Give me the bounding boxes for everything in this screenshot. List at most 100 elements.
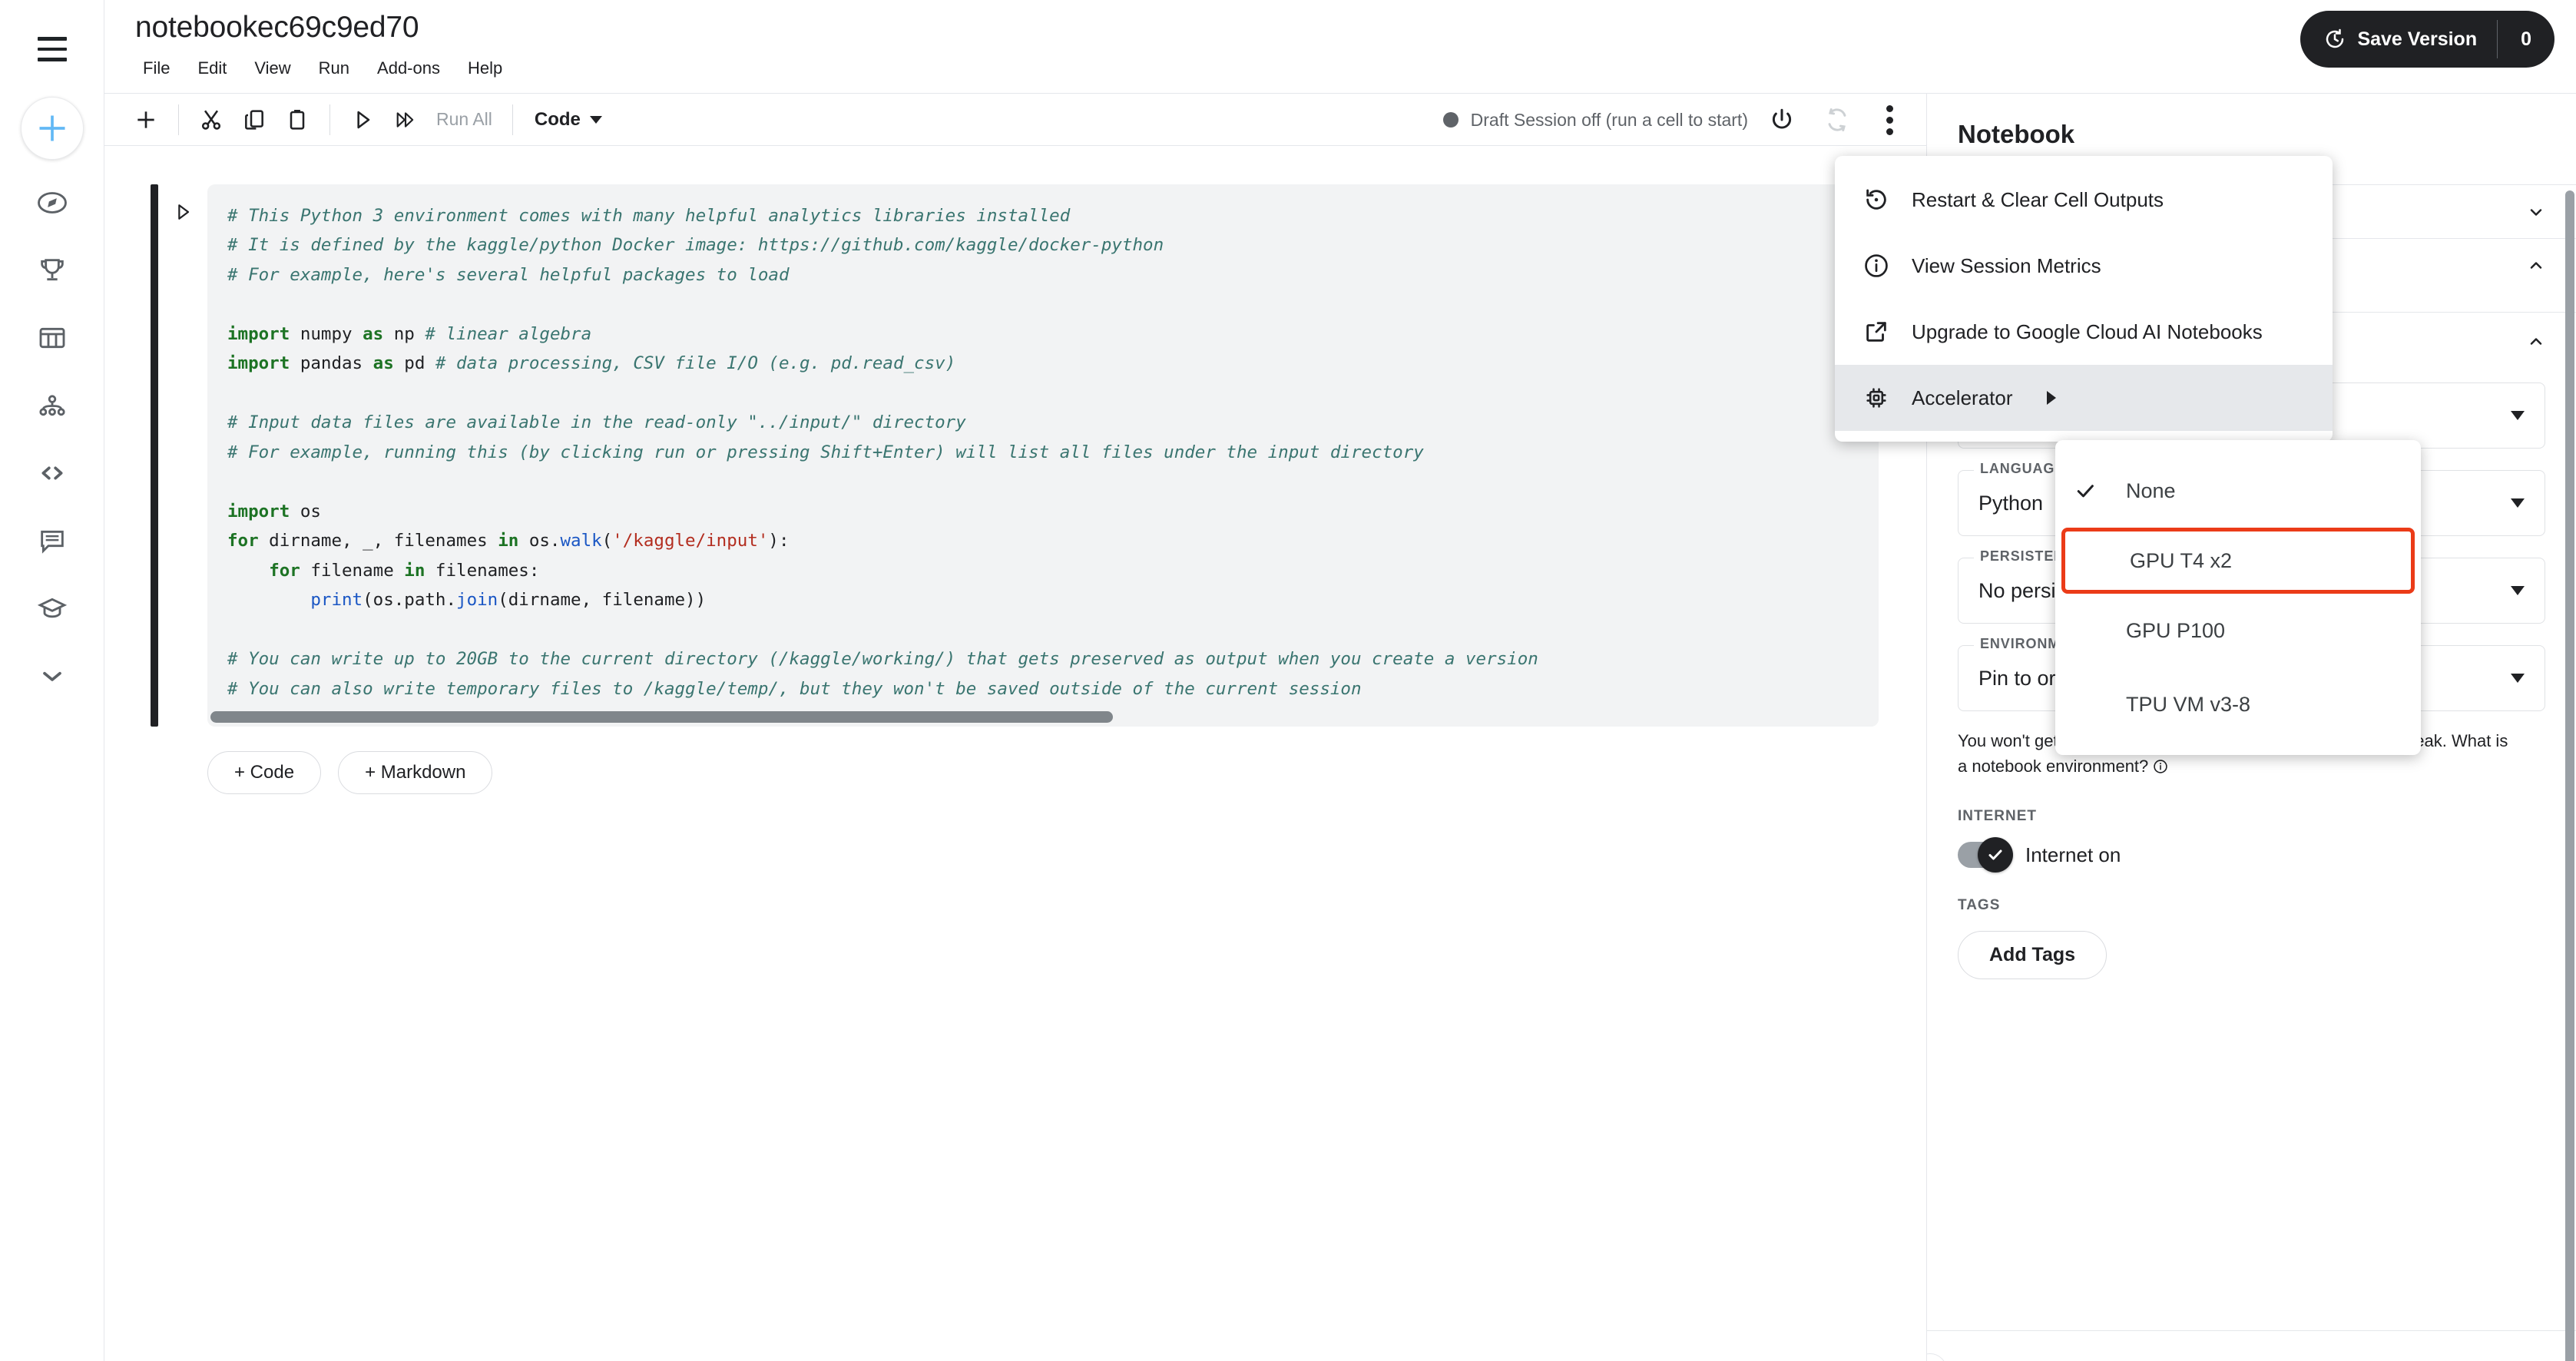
chevron-down-icon	[2511, 586, 2525, 595]
cell-run-button[interactable]	[158, 184, 207, 727]
chevron-down-icon	[2511, 674, 2525, 683]
save-version-count: 0	[2521, 28, 2531, 50]
info-icon[interactable]	[2153, 759, 2168, 774]
add-markdown-button[interactable]: + Markdown	[338, 750, 493, 794]
run-cell-button[interactable]	[341, 98, 384, 141]
internet-toggle[interactable]	[1958, 837, 2013, 873]
tags-section-label: TAGS	[1958, 897, 2001, 913]
dot	[1886, 127, 1893, 135]
menu-item-upgrade-google-cloud[interactable]: Upgrade to Google Cloud AI Notebooks	[1835, 299, 2333, 365]
dot	[1886, 116, 1893, 124]
menu-item-restart-clear-outputs[interactable]: Restart & Clear Cell Outputs	[1835, 167, 2333, 233]
run-all-label[interactable]: Run All	[427, 109, 502, 130]
sidebar-item-more[interactable]	[20, 644, 84, 708]
save-version-label: Save Version	[2357, 28, 2478, 50]
divider	[1927, 1330, 2576, 1331]
check-icon	[1988, 849, 2002, 860]
add-tags-button[interactable]: Add Tags	[1958, 931, 2107, 979]
cut-button[interactable]	[190, 98, 233, 141]
toggle-knob	[1978, 837, 2013, 873]
paste-button[interactable]	[276, 98, 319, 141]
accelerator-option-tpu-vm-v3-8[interactable]: TPU VM v3-8	[2055, 667, 2421, 741]
accelerator-option-gpu-t4-x2[interactable]: GPU T4 x2	[2061, 528, 2415, 594]
internet-toggle-label: Internet on	[2025, 843, 2121, 866]
clipboard-icon	[290, 109, 305, 130]
cell-type-select[interactable]: Code	[524, 109, 613, 131]
info-icon	[1862, 252, 1890, 280]
add-cell-button[interactable]	[124, 98, 167, 141]
cell-selected-bar	[151, 184, 158, 727]
menu-addons[interactable]: Add-ons	[363, 52, 454, 84]
sidebar-item-home-compass[interactable]	[20, 171, 84, 235]
code-content[interactable]: # This Python 3 environment comes with m…	[207, 201, 1879, 727]
trophy-icon	[40, 259, 64, 281]
hamburger-icon[interactable]	[28, 25, 77, 74]
divider	[178, 104, 179, 135]
chevron-down-icon	[2511, 411, 2525, 420]
menu-edit[interactable]: Edit	[184, 52, 240, 84]
copy-icon	[245, 109, 263, 130]
scrollbar-thumb[interactable]	[210, 710, 1113, 723]
session-status-text: Draft Session off (run a cell to start)	[1470, 109, 1748, 130]
accelerator-option-gpu-p100[interactable]: GPU P100	[2055, 594, 2421, 667]
chevron-down-icon	[2511, 498, 2525, 508]
run-all-button[interactable]	[384, 98, 427, 141]
chevron-up-icon	[2530, 261, 2542, 269]
code-horizontal-scrollbar[interactable]	[207, 706, 1879, 727]
chevron-down-icon	[2530, 208, 2542, 216]
play-all-icon	[396, 111, 414, 127]
menu-help[interactable]: Help	[454, 52, 516, 84]
add-code-button[interactable]: + Code	[207, 750, 322, 794]
plus-icon	[137, 111, 154, 128]
play-icon	[357, 111, 370, 128]
accelerator-option-label: TPU VM v3-8	[2126, 692, 2251, 716]
external-link-icon	[1862, 318, 1890, 346]
power-button[interactable]	[1760, 98, 1803, 141]
status-dot-icon	[1442, 112, 1459, 127]
sidebar-item-datasets[interactable]	[20, 306, 84, 370]
chevron-right-icon	[2046, 391, 2056, 405]
menu-view[interactable]: View	[240, 52, 304, 84]
sidebar-item-learn[interactable]	[20, 576, 84, 641]
menu-bar: File Edit View Run Add-ons Help	[135, 52, 516, 84]
create-button[interactable]	[20, 97, 84, 160]
accelerator-option-label: GPU T4 x2	[2130, 548, 2233, 572]
models-icon	[38, 395, 65, 416]
notebook-cell: # This Python 3 environment comes with m…	[151, 184, 1879, 794]
sidebar-item-code[interactable]	[20, 441, 84, 505]
sidebar-item-discussions[interactable]	[20, 508, 84, 573]
menu-item-label: Restart & Clear Cell Outputs	[1912, 187, 2164, 211]
sidebar-item-competitions[interactable]	[20, 238, 84, 303]
notebook-body: # This Python 3 environment comes with m…	[104, 146, 1926, 1361]
copy-button[interactable]	[233, 98, 276, 141]
panel-title: Notebook	[1958, 120, 2075, 148]
panel-scrollbar[interactable]	[2565, 190, 2574, 1361]
session-status: Draft Session off (run a cell to start)	[1442, 94, 1748, 146]
save-version-button[interactable]: Save Version 0	[2300, 11, 2554, 68]
collapse-panel-button[interactable]	[1927, 1353, 1947, 1361]
history-clock-icon	[2326, 28, 2344, 48]
code-icon	[41, 466, 62, 480]
menu-file[interactable]: File	[135, 52, 184, 84]
refresh-button[interactable]	[1816, 98, 1859, 141]
sidebar-item-models[interactable]	[20, 373, 84, 438]
scissors-icon	[201, 110, 221, 130]
chevron-down-icon	[589, 115, 602, 124]
menu-run[interactable]: Run	[305, 52, 363, 84]
menu-item-label: View Session Metrics	[1912, 253, 2101, 277]
notebook-options-kebab-button[interactable]	[1868, 98, 1911, 141]
accelerator-option-none[interactable]: None	[2055, 454, 2421, 528]
play-icon	[178, 204, 190, 220]
code-editor[interactable]: # This Python 3 environment comes with m…	[207, 184, 1879, 727]
notebook-options-menu: Restart & Clear Cell Outputs View Sessio…	[1835, 156, 2333, 442]
menu-item-view-session-metrics[interactable]: View Session Metrics	[1835, 233, 2333, 299]
scrollbar-thumb[interactable]	[2565, 190, 2574, 1361]
menu-item-accelerator[interactable]: Accelerator	[1835, 365, 2333, 431]
internet-section-label: INTERNET	[1958, 808, 2037, 824]
accelerator-option-label: GPU P100	[2126, 618, 2226, 642]
accelerator-option-label: None	[2126, 479, 2176, 502]
add-cell-row: + Code + Markdown	[207, 750, 1879, 794]
chevron-down-icon	[42, 671, 61, 681]
divider	[329, 104, 330, 135]
compass-icon	[37, 192, 67, 214]
